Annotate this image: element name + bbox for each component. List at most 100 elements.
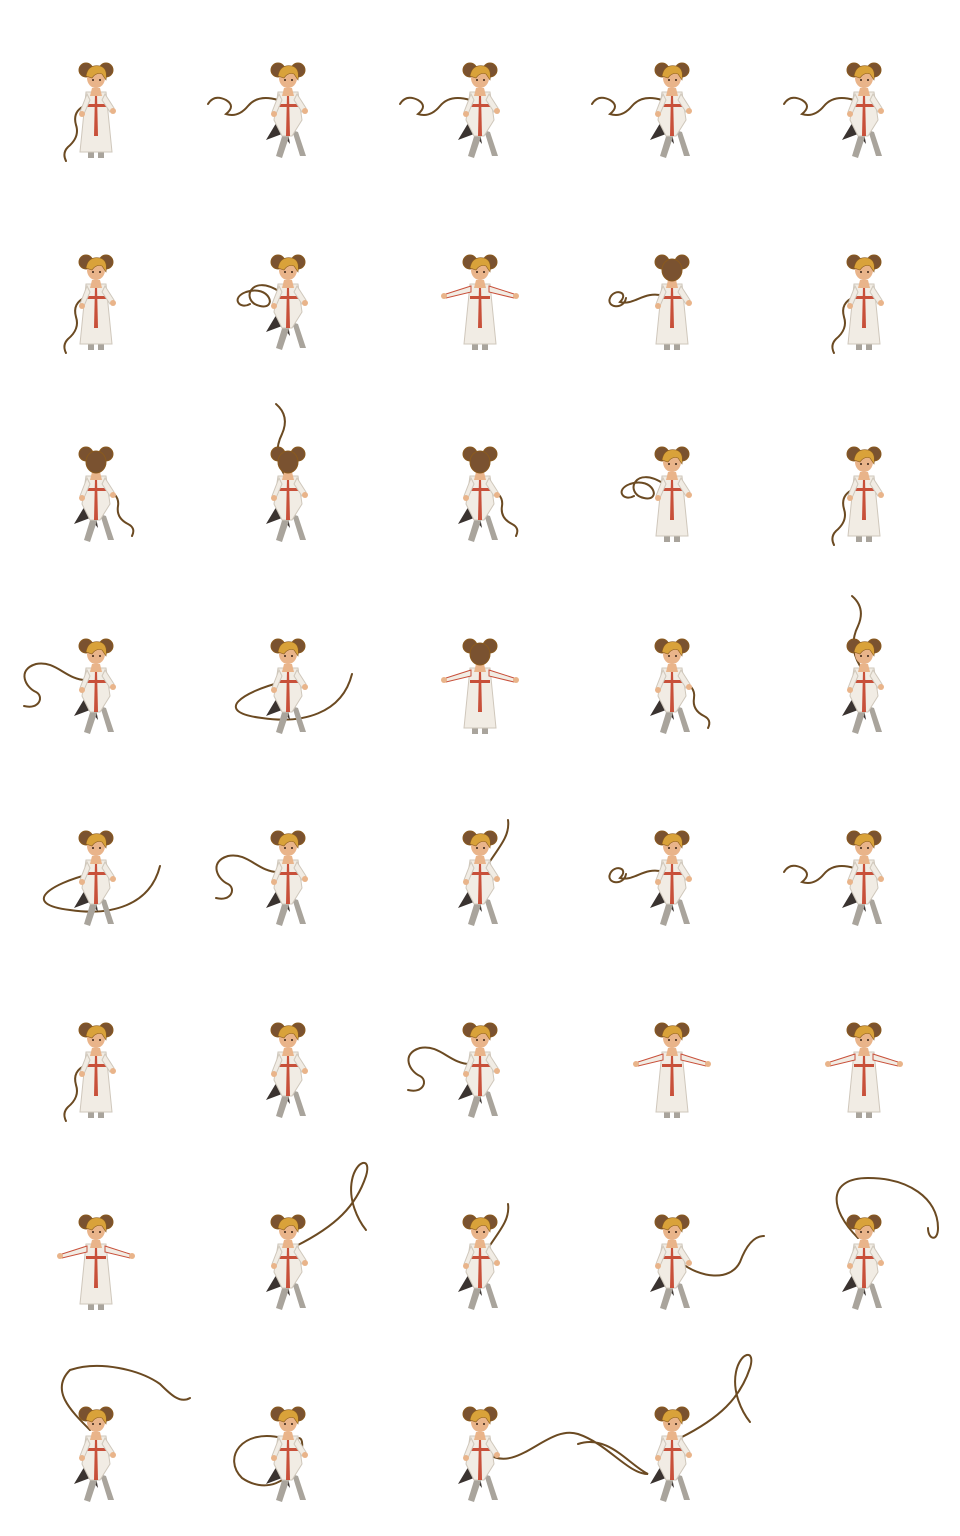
eye-right — [867, 655, 869, 657]
sprite-canvas — [458, 446, 519, 542]
eye-left — [860, 1039, 862, 1041]
neck — [282, 664, 294, 672]
whip — [407, 1046, 471, 1092]
eye-left — [284, 655, 286, 657]
hand-right — [686, 108, 692, 114]
eye-left — [92, 655, 94, 657]
neck — [666, 88, 678, 96]
sprite-frame — [0, 192, 192, 384]
hand-left — [655, 111, 661, 117]
eye-left — [860, 1231, 862, 1233]
sprite-canvas — [650, 1354, 753, 1502]
sprite-canvas — [633, 1022, 711, 1118]
eye-right — [291, 1039, 293, 1041]
leg-right — [868, 898, 882, 924]
hand-right — [494, 1068, 500, 1074]
hand-left — [271, 687, 277, 693]
neck — [90, 664, 102, 672]
sprite-frame — [384, 0, 576, 192]
eye-left — [668, 847, 670, 849]
character-sprite — [23, 638, 116, 734]
sprite-canvas — [608, 830, 692, 926]
belt — [470, 680, 490, 683]
sprite-sheet — [0, 0, 960, 1536]
character-sprite — [407, 1022, 500, 1118]
eye-left — [476, 1039, 478, 1041]
arm-right — [872, 1053, 899, 1067]
leg-right — [292, 130, 306, 156]
sprite-canvas — [831, 446, 884, 546]
hand-left — [463, 111, 469, 117]
neck — [666, 1240, 678, 1248]
eye-left — [668, 79, 670, 81]
sprite-frame — [192, 384, 384, 576]
eye-left — [476, 271, 478, 273]
neck — [474, 88, 486, 96]
eye-left — [476, 79, 478, 81]
leg-right — [676, 706, 690, 732]
whip — [591, 96, 663, 116]
leg-right — [292, 898, 306, 924]
belt — [470, 104, 490, 107]
neck — [474, 1048, 486, 1056]
sprite-frame — [192, 1344, 384, 1536]
hand-left — [79, 1455, 85, 1461]
belt — [470, 872, 490, 875]
sprite-frame — [0, 1344, 192, 1536]
hand-left — [847, 303, 853, 309]
character-sprite — [266, 403, 308, 542]
neck — [666, 664, 678, 672]
sprite-canvas — [23, 638, 116, 734]
character-sprite — [441, 638, 519, 734]
sprite-frame — [192, 576, 384, 768]
sprite-frame — [576, 1344, 768, 1536]
character-sprite — [650, 1354, 753, 1502]
hand-right — [513, 293, 519, 299]
leg-right — [868, 706, 882, 732]
leg-right — [676, 1474, 690, 1500]
leg-right — [484, 1090, 498, 1116]
eye-left — [476, 1423, 478, 1425]
character-sprite — [620, 446, 692, 542]
character-sprite — [458, 1203, 510, 1310]
eye-right — [291, 79, 293, 81]
hand-right — [129, 1253, 135, 1259]
leg-right — [484, 514, 498, 540]
eye-right — [867, 1039, 869, 1041]
whip — [679, 1354, 753, 1439]
leg-right — [100, 1474, 114, 1500]
sprite-canvas — [458, 1406, 649, 1502]
neck — [474, 280, 486, 288]
sprite-canvas — [63, 1022, 116, 1122]
hand-left — [79, 495, 85, 501]
belt — [86, 104, 106, 107]
hand-left — [633, 1061, 639, 1067]
character-sprite — [236, 254, 308, 350]
belt — [470, 1256, 490, 1259]
hand-right — [110, 876, 116, 882]
belt — [854, 872, 874, 875]
hand-right — [302, 1068, 308, 1074]
neck — [282, 280, 294, 288]
sprite-frame — [0, 960, 192, 1152]
hand-left — [847, 495, 853, 501]
hand-right — [686, 300, 692, 306]
character-sprite — [74, 446, 135, 542]
eye-left — [668, 463, 670, 465]
character-sprite — [266, 1162, 369, 1310]
eye-left — [668, 1039, 670, 1041]
hand-left — [441, 293, 447, 299]
eye-right — [291, 271, 293, 273]
hand-left — [463, 879, 469, 885]
sprite-frame — [576, 1152, 768, 1344]
neck — [90, 856, 102, 864]
hand-left — [79, 879, 85, 885]
whip — [207, 96, 279, 116]
belt — [470, 296, 490, 299]
sprite-canvas — [783, 62, 884, 158]
hand-right — [878, 108, 884, 114]
whip — [783, 96, 855, 116]
eye-right — [99, 1231, 101, 1233]
hand-right — [686, 684, 692, 690]
leg-right — [292, 1474, 306, 1500]
